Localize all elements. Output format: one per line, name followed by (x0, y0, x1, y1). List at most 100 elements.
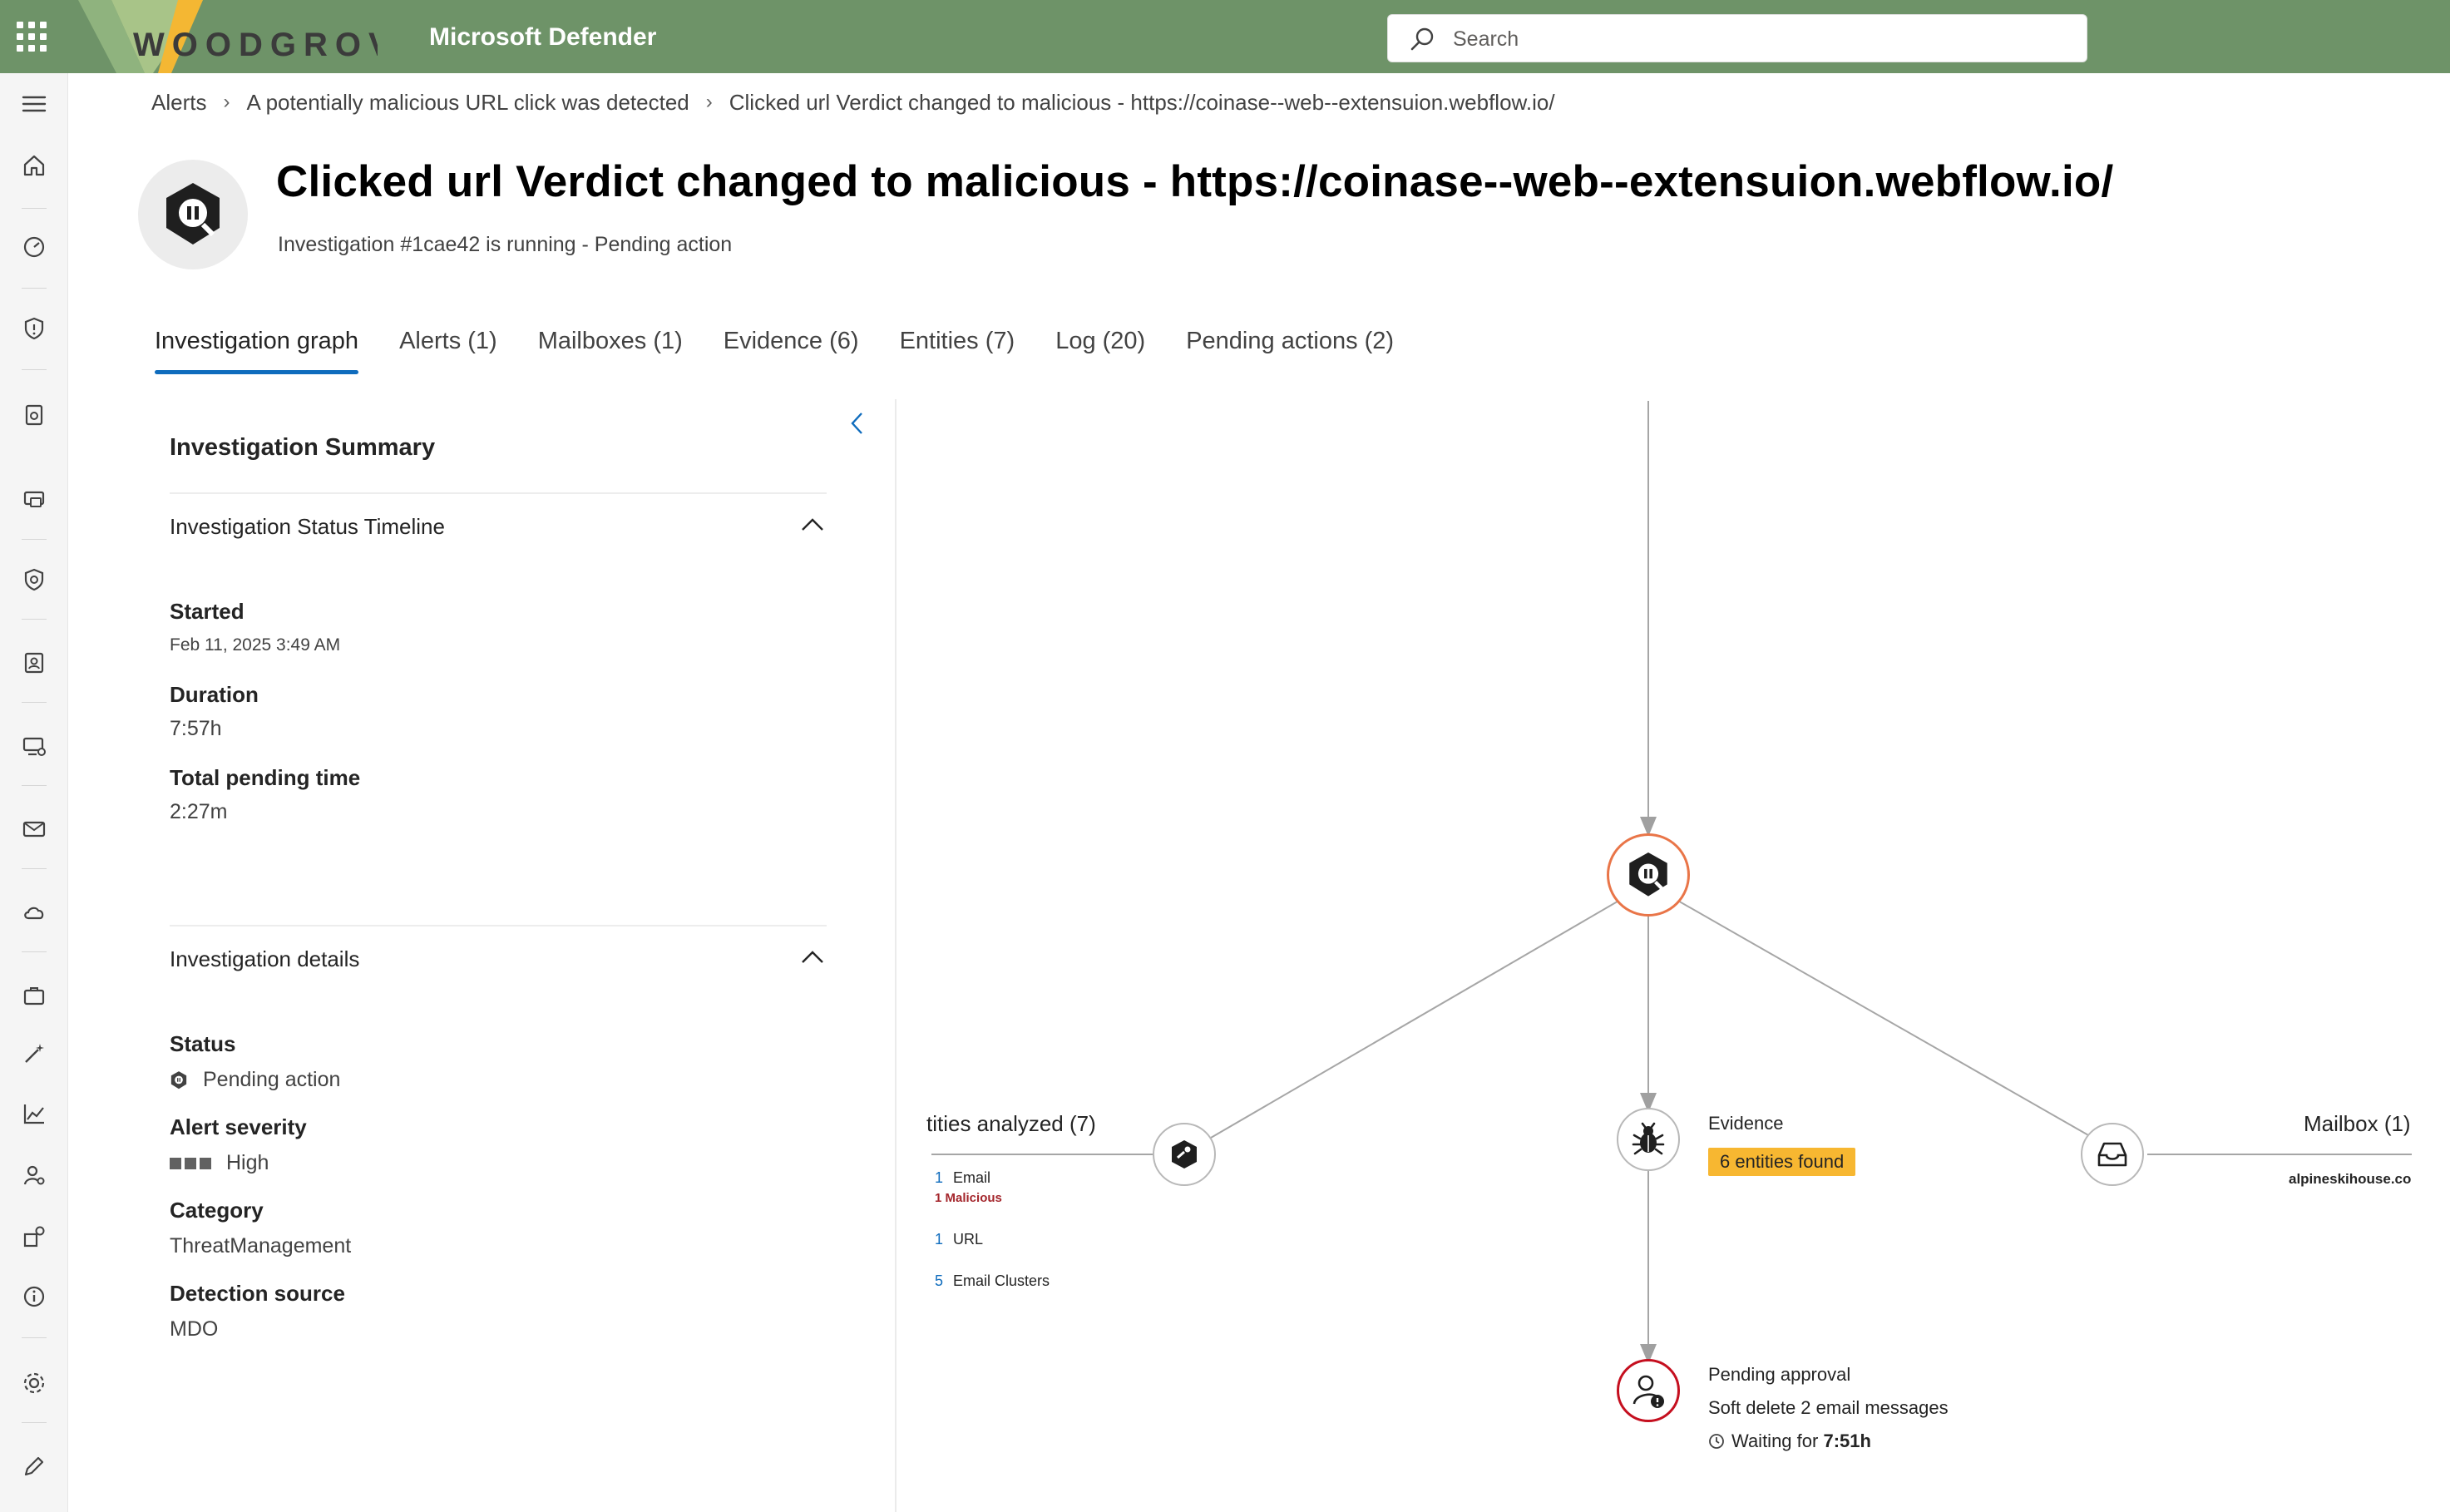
settings-gear-icon[interactable] (18, 1367, 50, 1399)
breadcrumb-alerts[interactable]: Alerts (151, 90, 206, 116)
page-title: Clicked url Verdict changed to malicious… (276, 157, 2114, 206)
divider (170, 492, 827, 494)
chevron-right-icon: › (705, 91, 713, 113)
detection-source-value: MDO (170, 1317, 219, 1341)
investigation-icon (1629, 852, 1667, 897)
mailbox-title[interactable]: Mailbox (1) (2304, 1111, 2411, 1137)
logo-text: WOODGROVE (133, 27, 378, 63)
waiting-value: 7:51h (1823, 1430, 1871, 1451)
breadcrumb-current: Clicked url Verdict changed to malicious… (729, 89, 1555, 115)
pending-time-value: 2:27m (170, 800, 228, 823)
investigation-pending-icon (170, 1070, 187, 1089)
briefcase-icon[interactable] (18, 980, 50, 1011)
duration-label: Duration (170, 682, 259, 707)
tab-bar: Investigation graph Alerts (1) Mailboxes… (155, 324, 1435, 374)
entity-label-clusters[interactable]: Email Clusters (953, 1272, 1050, 1290)
hamburger-menu-icon[interactable] (18, 88, 50, 120)
inbox-icon (2097, 1142, 2127, 1167)
status-label: Status (170, 1031, 236, 1056)
tab-mailboxes[interactable]: Mailboxes (1) (538, 324, 683, 374)
severity-label: Alert severity (170, 1114, 307, 1139)
pending-time-label: Total pending time (170, 765, 361, 790)
summary-title: Investigation Summary (170, 434, 436, 461)
waiting-time: Waiting for 7:51h (1708, 1430, 1871, 1452)
investigation-status-subtitle: Investigation #1cae42 is running - Pendi… (278, 233, 733, 256)
search-box[interactable] (1387, 14, 2087, 62)
investigation-graph[interactable]: tities analyzed (7) 1 Email 1 Malicious … (898, 391, 2450, 1512)
status-value: Pending action (170, 1068, 340, 1092)
entity-count-clusters: 5 (935, 1272, 944, 1289)
tab-pending-actions[interactable]: Pending actions (2) (1186, 324, 1394, 374)
pending-approval-node[interactable] (1617, 1359, 1680, 1422)
mail-icon[interactable] (18, 813, 50, 845)
tab-log[interactable]: Log (20) (1055, 324, 1145, 374)
panel-divider (895, 399, 897, 1512)
severity-text: High (226, 1151, 269, 1174)
endpoints-icon[interactable] (18, 730, 50, 762)
mailbox-address: alpineskihouse.co (2289, 1171, 2412, 1187)
app-launcher-icon[interactable] (17, 22, 47, 52)
identity-card-icon[interactable] (18, 647, 50, 679)
severity-value: High (170, 1151, 269, 1175)
tab-alerts[interactable]: Alerts (1) (399, 324, 497, 374)
bug-icon (1632, 1122, 1665, 1155)
tab-investigation-graph[interactable]: Investigation graph (155, 324, 359, 374)
entity-label-email[interactable]: Email (953, 1169, 990, 1187)
tab-entities[interactable]: Entities (7) (900, 324, 1015, 374)
breadcrumb: Alerts › A potentially malicious URL cli… (151, 88, 1555, 116)
devices-search-icon[interactable] (18, 399, 50, 431)
mailbox-node[interactable] (2081, 1123, 2144, 1186)
entity-count-url: 1 (935, 1231, 944, 1248)
woodgrove-logo: WOODGROVE (78, 0, 378, 73)
evidence-count-badge[interactable]: 6 entities found (1708, 1148, 1856, 1176)
category-label: Category (170, 1198, 264, 1223)
entity-count-email: 1 (935, 1169, 944, 1186)
timeline-section-heading[interactable]: Investigation Status Timeline (170, 514, 445, 540)
edit-pencil-icon[interactable] (18, 1450, 50, 1482)
user-approval-icon (1633, 1375, 1664, 1408)
details-section-heading[interactable]: Investigation details (170, 946, 359, 972)
user-settings-icon[interactable] (18, 1159, 50, 1191)
entity-label-url[interactable]: URL (953, 1231, 983, 1248)
category-value: ThreatManagement (170, 1234, 352, 1258)
home-icon[interactable] (18, 150, 50, 181)
entities-node[interactable] (1153, 1123, 1216, 1186)
clock-icon (1709, 1434, 1724, 1449)
duration-value: 7:57h (170, 717, 222, 740)
entities-title[interactable]: tities analyzed (7) (926, 1111, 1096, 1137)
entity-tag-icon (1172, 1140, 1197, 1169)
cloud-icon[interactable] (18, 897, 50, 928)
entity-malicious-note: 1 Malicious (935, 1191, 1002, 1205)
top-bar: WOODGROVE Microsoft Defender (0, 0, 2450, 73)
search-input[interactable] (1453, 22, 2068, 56)
investigation-node[interactable] (1607, 833, 1690, 917)
divider (170, 925, 827, 926)
chevron-up-icon[interactable] (800, 945, 825, 970)
evidence-title: Evidence (1708, 1113, 1784, 1134)
graph-edges (931, 401, 2412, 1364)
incidents-icon[interactable] (18, 484, 50, 516)
secure-score-icon[interactable] (18, 564, 50, 595)
chevron-right-icon: › (223, 91, 230, 113)
tab-evidence[interactable]: Evidence (6) (724, 324, 859, 374)
info-icon[interactable] (18, 1281, 50, 1312)
apps-gear-icon[interactable] (18, 1221, 50, 1253)
detection-source-label: Detection source (170, 1281, 345, 1306)
evidence-node[interactable] (1617, 1108, 1680, 1171)
pending-approval-title[interactable]: Pending approval (1708, 1364, 1850, 1386)
waiting-label: Waiting for (1731, 1430, 1819, 1451)
collapse-panel-button[interactable] (843, 409, 872, 437)
chevron-left-icon (851, 413, 862, 434)
chart-line-icon[interactable] (18, 1098, 50, 1129)
severity-bars-icon (170, 1157, 211, 1169)
started-value: Feb 11, 2025 3:49 AM (170, 635, 341, 655)
dashboard-gauge-icon[interactable] (18, 231, 50, 263)
investigation-icon (138, 160, 248, 269)
started-label: Started (170, 599, 245, 624)
breadcrumb-alert[interactable]: A potentially malicious URL click was de… (246, 90, 689, 116)
shield-icon[interactable] (18, 313, 50, 344)
product-name[interactable]: Microsoft Defender (429, 23, 656, 52)
chevron-up-icon[interactable] (800, 512, 825, 537)
left-navigation-rail (0, 73, 68, 1512)
wand-icon[interactable] (18, 1038, 50, 1070)
